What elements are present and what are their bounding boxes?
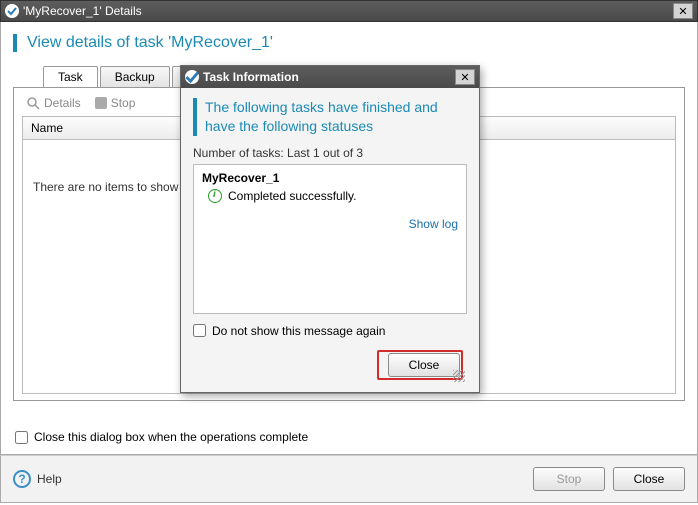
modal-heading-wrap: The following tasks have finished and ha… — [193, 98, 467, 136]
toolbar-stop-label: Stop — [111, 96, 136, 110]
modal-footer: Close — [193, 350, 467, 384]
task-status-text: Completed successfully. — [228, 189, 357, 203]
close-on-complete-checkbox[interactable]: Close this dialog box when the operation… — [15, 430, 308, 444]
details-button[interactable]: Details — [26, 96, 81, 110]
stop-icon — [95, 97, 107, 109]
grid-empty-text: There are no items to show — [33, 180, 178, 194]
modal-logo-icon — [185, 70, 199, 84]
task-information-dialog: Task Information ✕ The following tasks h… — [180, 65, 480, 393]
help-label: Help — [37, 472, 62, 486]
modal-titlebar: Task Information ✕ — [181, 66, 479, 88]
task-status-row: Completed successfully. — [208, 189, 458, 203]
do-not-show-label: Do not show this message again — [212, 324, 385, 338]
window-title: 'MyRecover_1' Details — [23, 4, 673, 18]
modal-body: The following tasks have finished and ha… — [181, 88, 479, 392]
details-label: Details — [44, 96, 81, 110]
page-title: View details of task 'MyRecover_1' — [27, 34, 685, 52]
window-close-button[interactable]: ✕ — [673, 3, 693, 19]
close-button-highlight: Close — [377, 350, 463, 380]
toolbar-stop-button[interactable]: Stop — [95, 96, 136, 110]
help-icon: ? — [13, 470, 31, 488]
help-link[interactable]: ? Help — [13, 470, 62, 488]
page-title-wrap: View details of task 'MyRecover_1' — [13, 34, 685, 52]
modal-close-x[interactable]: ✕ — [455, 69, 475, 85]
close-on-complete-label: Close this dialog box when the operation… — [34, 430, 308, 444]
magnify-icon — [26, 96, 40, 110]
close-button[interactable]: Close — [613, 467, 685, 491]
tab-backup[interactable]: Backup — [100, 66, 170, 87]
app-logo-icon — [5, 4, 19, 18]
stop-button[interactable]: Stop — [533, 467, 605, 491]
modal-close-button[interactable]: Close — [388, 353, 460, 377]
modal-heading: The following tasks have finished and ha… — [205, 98, 467, 136]
do-not-show-checkbox[interactable]: Do not show this message again — [193, 324, 467, 338]
modal-title: Task Information — [203, 70, 455, 84]
task-list: MyRecover_1 Completed successfully. Show… — [193, 164, 467, 314]
resize-grip-icon[interactable] — [453, 370, 465, 382]
do-not-show-input[interactable] — [193, 324, 206, 337]
bottom-bar: ? Help Stop Close — [0, 455, 698, 503]
window-titlebar: 'MyRecover_1' Details ✕ — [0, 0, 698, 22]
task-name: MyRecover_1 — [202, 171, 458, 185]
close-on-complete-input[interactable] — [15, 431, 28, 444]
success-icon — [208, 189, 222, 203]
task-count-line: Number of tasks: Last 1 out of 3 — [193, 146, 467, 160]
show-log-link[interactable]: Show log — [202, 217, 458, 231]
tab-task[interactable]: Task — [43, 66, 98, 87]
